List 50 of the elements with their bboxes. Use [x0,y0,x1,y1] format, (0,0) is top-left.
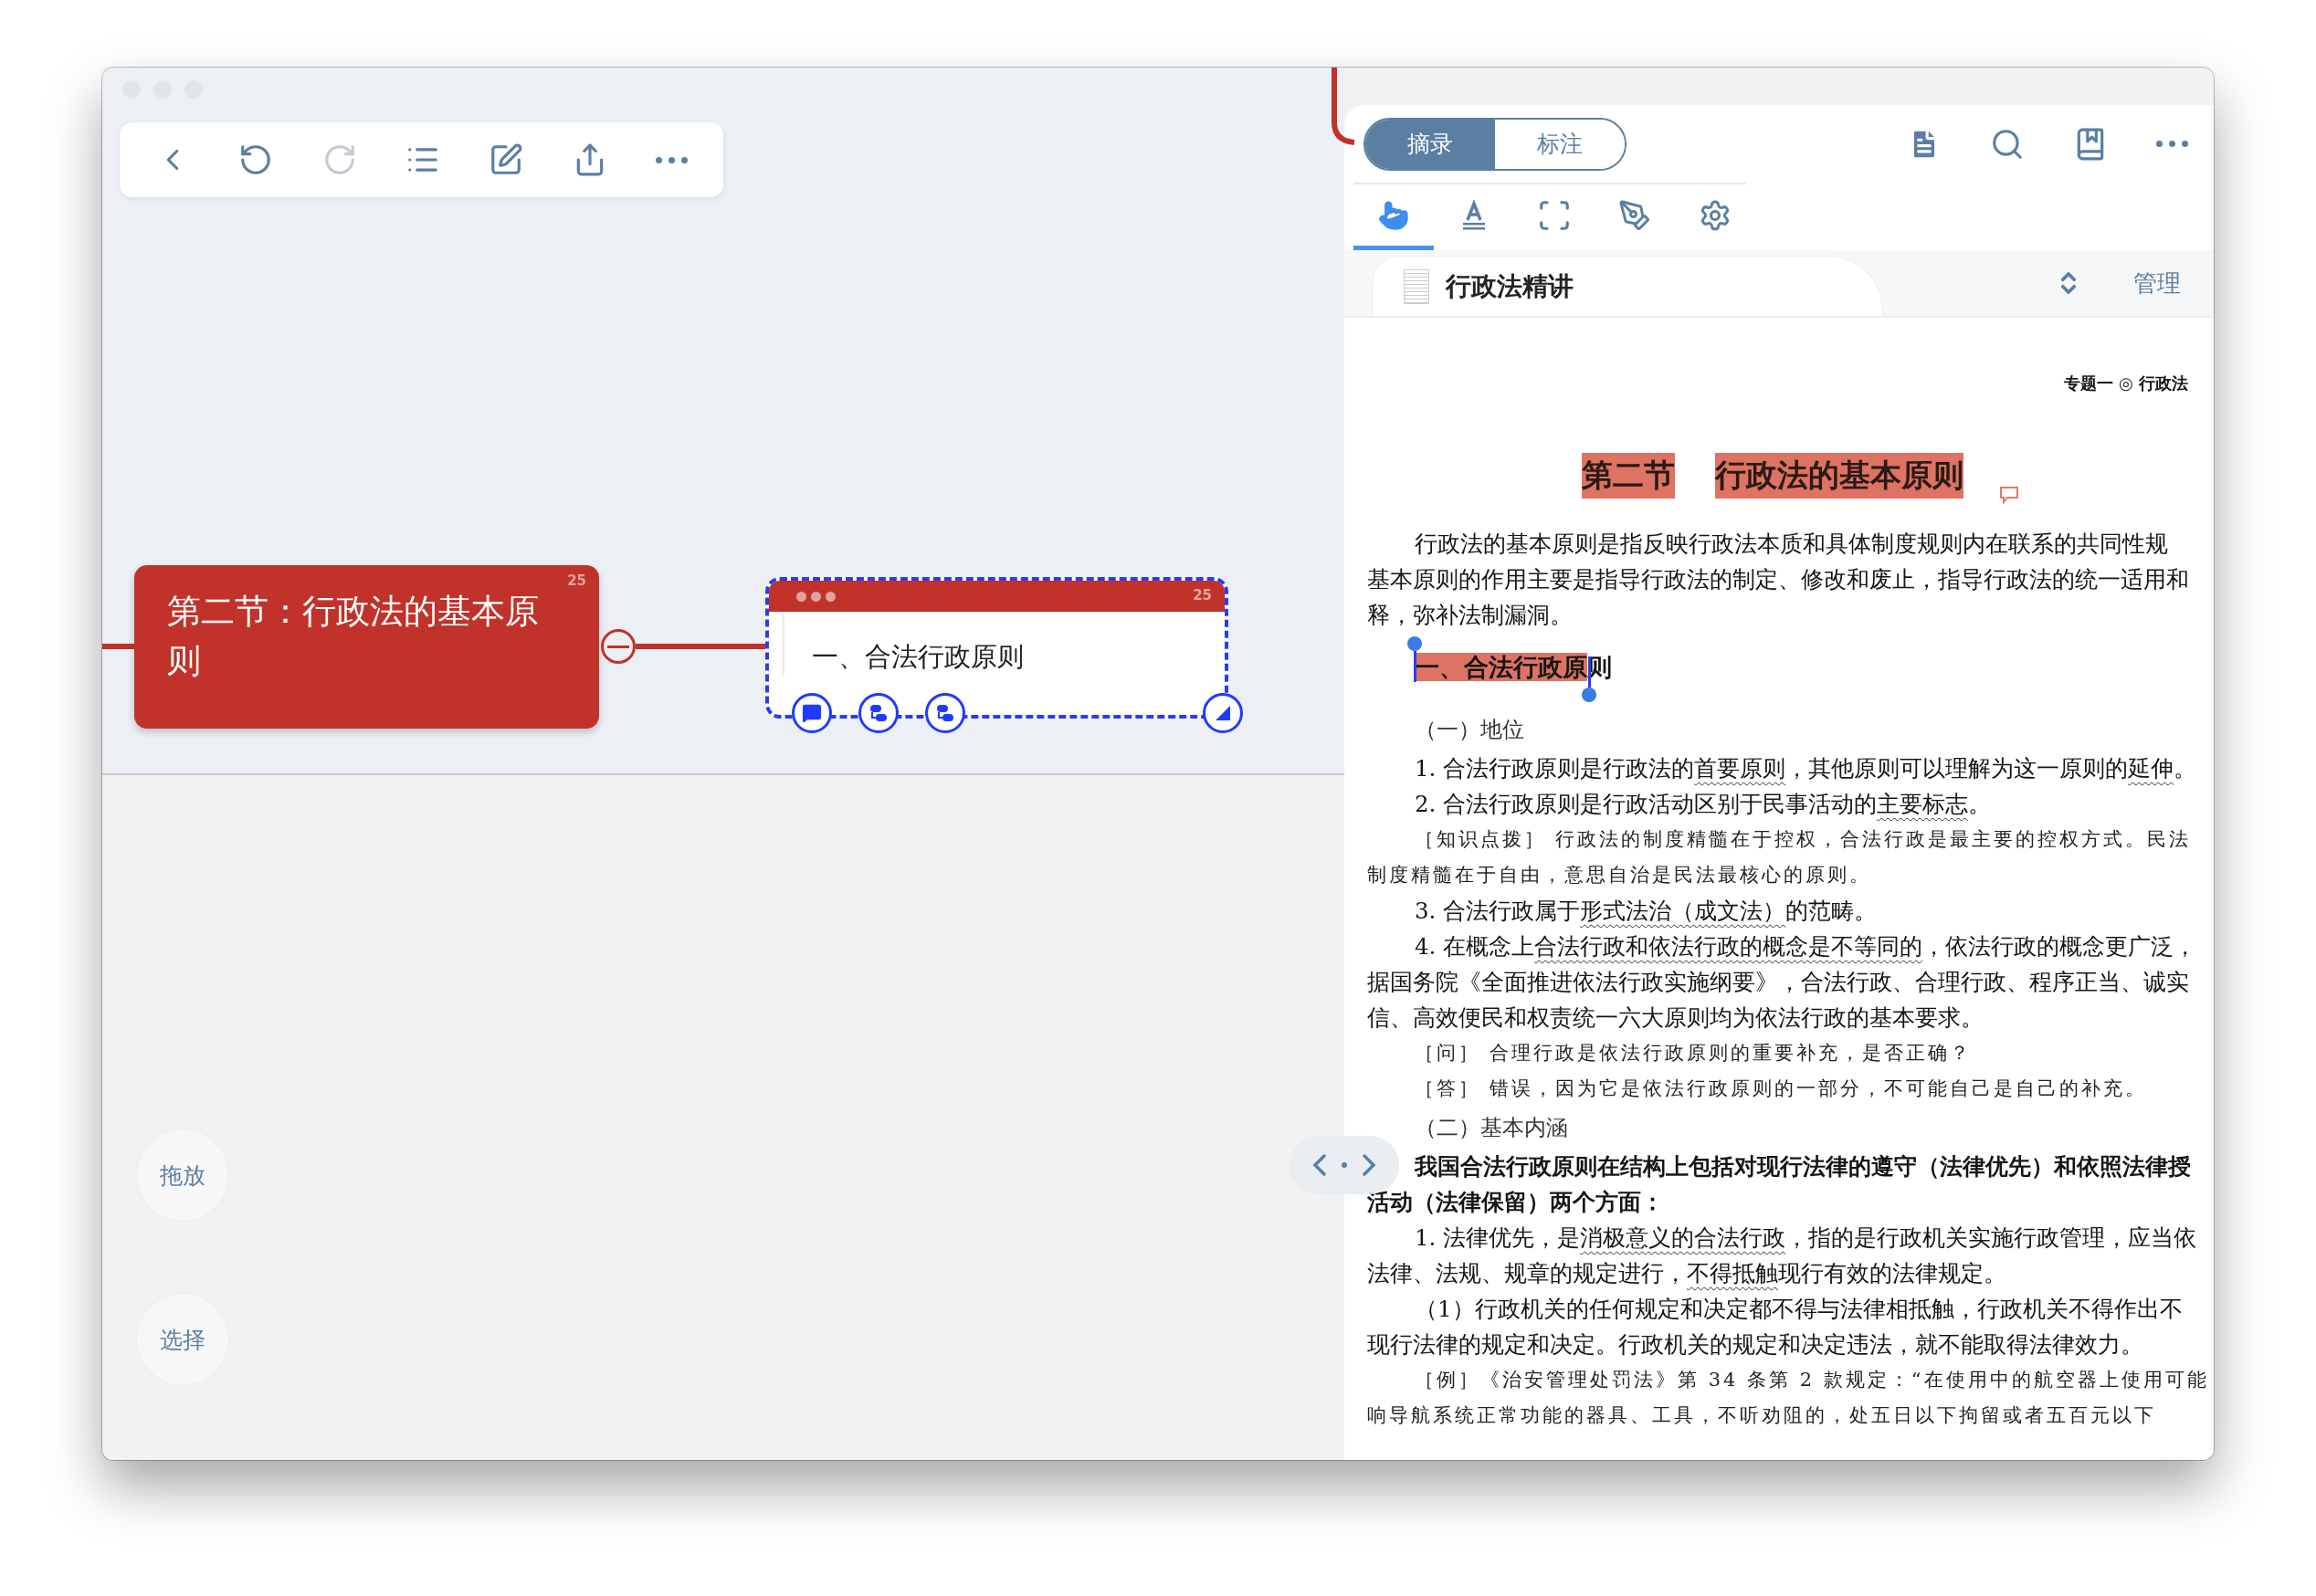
triangle-icon [1214,704,1232,722]
text-line: 2. 合法行政原则是行政活动区别于民事活动的主要标志。 [1414,790,1993,819]
text-line: 行政法的基本原则是指反映行政法本质和具体制度规则内在联系的共同性规 [1414,530,2169,559]
text-line: 3. 合法行政属于形式法治（成文法）的范畴。 [1414,897,1879,926]
note-line: ［例］《治安管理处罚法》第 34 条第 2 款规定：“在使用中的航空器上使用可能 [1414,1368,2210,1392]
subsection-heading: （一）地位 [1414,716,1525,744]
text-line: 据国务院《全面推进依法行政实施纲要》，合法行政、合理行政、程序正当、诚实 [1367,968,2190,997]
document-tab[interactable]: 行政法精讲 [1372,256,1883,316]
note-line: 响导航系统正常功能的器具、工具，不听劝阻的，处五日以下拘留或者五百元以下 [1367,1403,2157,1428]
text-line: 活动（法律保留）两个方面： [1367,1188,1665,1217]
note-line: 制度精髓在于自由，意思自治是民法最核心的原则。 [1367,863,1872,887]
more-icon [2156,141,2188,147]
pen-icon [1618,198,1651,232]
child-node[interactable]: 25 一、合法行政原则 [765,577,1228,719]
subsection-heading: （二）基本内涵 [1414,1114,1569,1142]
text-line: 法律、法规、规章的规定进行，不得抵触现行有效的法律规定。 [1367,1259,2007,1288]
note-icon [1999,486,2019,504]
document-thumbnail [1404,268,1429,304]
text-line: 1. 合法行政原则是行政法的首要原则，其他原则可以理解为这一原则的延伸。 [1414,754,2198,783]
more-icon [656,156,689,163]
hand-pointer-icon [1378,199,1409,231]
note-line: ［知识点拨］ 行政法的制度精髓在于控权，合法行政是最主要的控权方式。民法 [1414,827,2192,852]
text-line: 4. 在概念上合法行政和依法行政的概念是不等同的，依法行政的概念更广泛， [1414,932,2198,961]
node-count: 25 [567,572,586,589]
gear-icon [1699,198,1732,232]
comment-icon [802,703,822,723]
text-line: 信、高效便民和权责统一六大原则均为依法行政的基本要求。 [1367,1003,1984,1033]
text-line: 基本原则的作用主要是指导行政法的制定、修改和废止，指导行政法的统一适用和 [1367,565,2190,594]
text-line: （1）行政机关的任何规定和决定都不得与法律相抵触，行政机关不得作出不 [1414,1295,2184,1324]
manage-button[interactable]: 管理 [2128,266,2186,300]
node-count: 25 [1193,587,1212,604]
segment-tab[interactable]: 摘录 [1365,119,1495,169]
root-node[interactable]: 第二节：行政法的基本原则 25 [134,565,599,729]
text-line: 我国合法行政原则在结构上包括对现行法律的遵守（法律优先）和依照法律授 [1413,1152,2192,1181]
text-line: 1. 法律优先，是消极意义的合法行政，指的是行政机关实施行政管理，应当依 [1414,1223,2198,1253]
more-button[interactable] [2156,141,2188,147]
chapter-heading: 第二节 [1581,453,1675,499]
node-title: 第二节：行政法的基本原则 [167,591,540,682]
nodes-icon [868,702,890,724]
split-arrows-icon [1311,1151,1377,1179]
nodes-icon [934,702,956,724]
node-title: 一、合法行政原则 [782,612,1225,676]
document-title: 行政法精讲 [1446,269,1574,303]
running-head: 专题一 ◎ 行政法 [2062,373,2189,394]
text-line: 现行法律的规定和决定。行政机关的规定和决定违法，就不能取得法律效力。 [1367,1330,2144,1360]
note-line: ［问］ 合理行政是依法行政原则的重要补充，是否正确？ [1414,1041,1973,1066]
edit-icon [489,142,524,177]
text-line: 释，弥补法制漏洞。 [1367,601,1574,630]
note-line: ［答］ 错误，因为它是依法行政原则的一部分，不可能自己是自己的补充。 [1414,1076,2148,1101]
more-dots-icon [796,591,836,602]
